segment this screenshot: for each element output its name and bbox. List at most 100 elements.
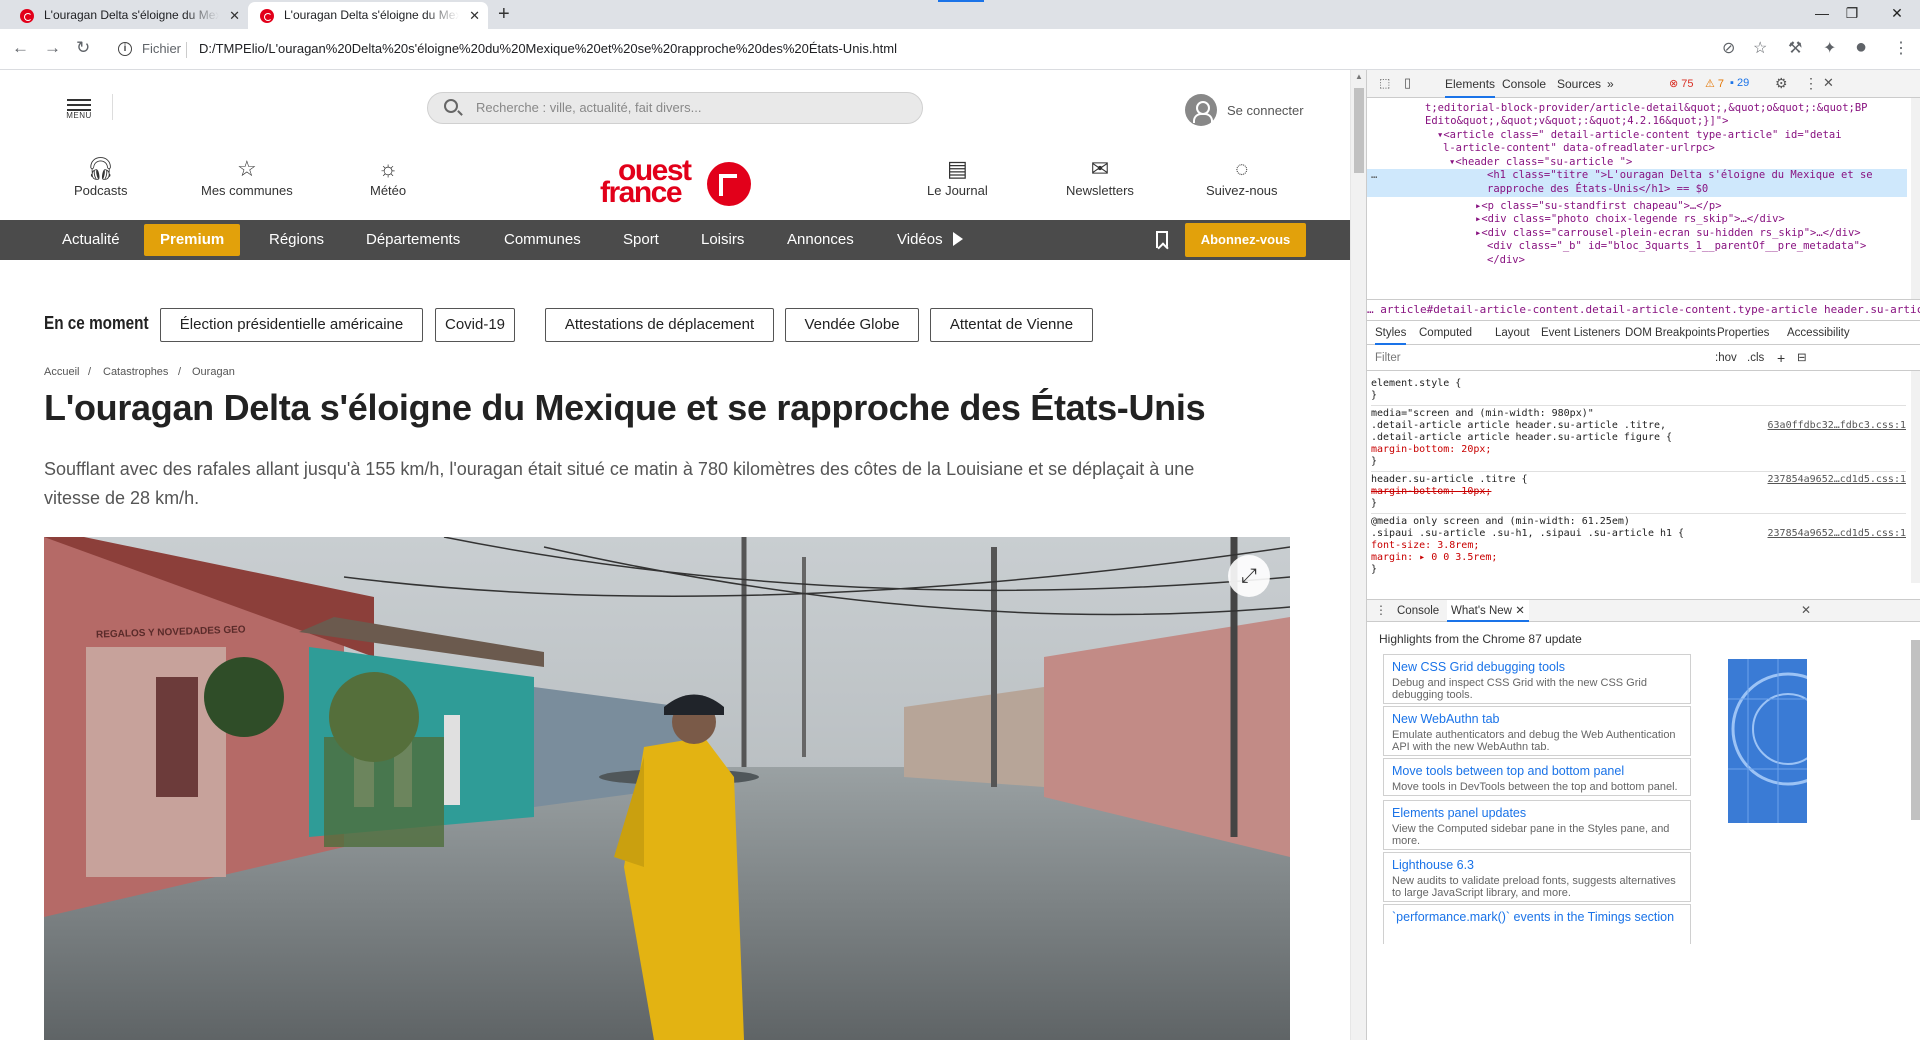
nav-actualite[interactable]: Actualité — [62, 220, 120, 260]
header-item-podcasts[interactable]: 🎧︎ Podcasts — [74, 155, 127, 198]
info-icon[interactable]: i — [118, 42, 132, 56]
drawer-tab-console[interactable]: Console — [1397, 600, 1439, 622]
close-tab-icon[interactable]: ✕ — [229, 2, 240, 29]
css-declaration[interactable]: margin: ▸ 0 0 3.5rem; — [1371, 552, 1906, 565]
scroll-up-icon[interactable]: ▲ — [1355, 72, 1363, 81]
whats-new-item[interactable]: New CSS Grid debugging tools Debug and i… — [1383, 654, 1691, 704]
close-drawer-icon[interactable]: ✕ — [1801, 603, 1811, 617]
bookmark-star-icon[interactable]: ☆ — [1753, 39, 1767, 59]
breadcrumb-home[interactable]: Accueil — [44, 366, 79, 378]
kebab-menu-icon[interactable]: ⋮ — [1893, 39, 1909, 59]
trending-chip[interactable]: Élection présidentielle américaine — [160, 308, 423, 342]
trending-chip[interactable]: Covid-19 — [435, 308, 515, 342]
dom-line[interactable]: ▸<div class="photo choix-legende rs_skip… — [1475, 213, 1920, 226]
nav-annonces[interactable]: Annonces — [787, 220, 854, 260]
css-source-link[interactable]: 237854a9652…cd1d5.css:1 — [1768, 474, 1906, 487]
forward-arrow-icon[interactable]: → — [44, 38, 61, 58]
trending-chip[interactable]: Attentat de Vienne — [930, 308, 1093, 342]
dom-line[interactable]: Edito&quot;,&quot;v&quot;:&quot;4.2.16&q… — [1425, 115, 1920, 128]
message-count[interactable]: ▪ 29 — [1730, 77, 1749, 89]
omnibox[interactable]: i Fichier D:/TMPElio/L'ouragan%20Delta%2… — [106, 34, 1730, 65]
whats-new-item[interactable]: Move tools between top and bottom panel … — [1383, 758, 1691, 796]
cls-toggle[interactable]: .cls — [1747, 345, 1764, 371]
error-count[interactable]: ⊗ 75 — [1669, 77, 1694, 90]
device-toolbar-icon[interactable]: ▯ — [1404, 75, 1411, 91]
browser-tab[interactable]: L'ouragan Delta s'éloigne du Mexique ✕ — [8, 2, 248, 29]
filter-input[interactable]: Filter — [1375, 345, 1401, 371]
devtools-menu-icon[interactable]: ⋮ — [1804, 75, 1818, 92]
dom-line[interactable]: <div class="_b" id="bloc_3quarts_1__pare… — [1487, 240, 1920, 253]
tab-properties[interactable]: Properties — [1717, 321, 1769, 345]
puzzle-icon[interactable]: ✦ — [1823, 39, 1836, 59]
reload-icon[interactable]: ↻ — [76, 38, 90, 58]
whats-new-item[interactable]: Elements panel updates View the Computed… — [1383, 800, 1691, 850]
profile-icon[interactable]: ● — [1855, 37, 1867, 57]
page-scrollbar[interactable]: ▲ — [1350, 70, 1366, 1040]
css-declaration-overridden[interactable]: margin-bottom: 10px; — [1371, 486, 1906, 499]
close-tab-icon[interactable]: ✕ — [469, 2, 480, 29]
hov-toggle[interactable]: :hov — [1715, 345, 1737, 371]
drawer-scrollbar[interactable] — [1911, 640, 1920, 820]
nav-regions[interactable]: Régions — [269, 220, 324, 260]
devtools-tab-console[interactable]: Console — [1502, 70, 1546, 98]
search-input[interactable] — [476, 100, 896, 115]
expand-icon[interactable]: ⤢ — [1228, 555, 1270, 597]
css-declaration[interactable]: font-size: 3.8rem; — [1371, 540, 1906, 553]
nav-videos[interactable]: Vidéos — [897, 220, 963, 260]
header-item-meteo[interactable]: ☼ Météo — [370, 155, 406, 198]
dom-line[interactable]: ▸<div class="carrousel-plein-ecran su-hi… — [1475, 227, 1920, 240]
blocked-cookies-icon[interactable]: ⊘ — [1722, 39, 1735, 59]
close-window-button[interactable]: ✕ — [1875, 0, 1919, 29]
css-source-link[interactable]: 237854a9652…cd1d5.css:1 — [1768, 528, 1906, 541]
back-arrow-icon[interactable]: ← — [12, 38, 29, 58]
tab-styles[interactable]: Styles — [1375, 321, 1407, 345]
header-item-suivez[interactable]: ◌ Suivez-nous — [1206, 155, 1278, 198]
close-devtools-icon[interactable]: ✕ — [1823, 75, 1834, 91]
warning-count[interactable]: ⚠ 7 — [1705, 77, 1724, 90]
nav-departements[interactable]: Départements — [366, 220, 460, 260]
nav-loisirs[interactable]: Loisirs — [701, 220, 744, 260]
url-text[interactable]: D:/TMPElio/L'ouragan%20Delta%20s'éloigne… — [199, 41, 897, 56]
new-tab-button[interactable]: + — [498, 3, 510, 26]
subscribe-button[interactable]: Abonnez-vous — [1185, 223, 1306, 257]
dom-line[interactable]: </div> — [1487, 254, 1920, 267]
styles-scrollbar[interactable] — [1911, 371, 1920, 583]
search-bar[interactable] — [427, 92, 923, 124]
whats-new-item[interactable]: Lighthouse 6.3 New audits to validate pr… — [1383, 852, 1691, 902]
dom-scrollbar[interactable] — [1911, 98, 1920, 299]
css-source-link[interactable]: 63a0ffdbc32…fdbc3.css:1 — [1768, 420, 1906, 433]
dom-line[interactable]: ▸<p class="su-standfirst chapeau">…</p> — [1475, 200, 1920, 213]
css-line[interactable]: .sipaui .su-article .su-h1, .sipaui .su-… — [1371, 528, 1906, 541]
maximize-button[interactable]: ❐ — [1830, 0, 1874, 29]
header-item-communes[interactable]: ☆ Mes communes — [201, 155, 293, 198]
bookmark-icon[interactable] — [1156, 231, 1168, 248]
dom-line[interactable]: ▾<header class="su-article "> — [1449, 156, 1920, 169]
whats-new-item[interactable]: New WebAuthn tab Emulate authenticators … — [1383, 706, 1691, 756]
dom-line[interactable]: ▾<article class=" detail-article-content… — [1437, 129, 1920, 142]
trending-chip[interactable]: Attestations de déplacement — [545, 308, 774, 342]
toggle-sidebar-icon[interactable]: ⊟ — [1797, 345, 1807, 371]
tab-accessibility[interactable]: Accessibility — [1787, 321, 1850, 345]
tab-dom-breakpoints[interactable]: DOM Breakpoints — [1625, 321, 1716, 345]
css-line[interactable]: .detail-article article header.su-articl… — [1371, 420, 1906, 433]
drawer-menu-icon[interactable]: ⋮ — [1375, 603, 1387, 617]
scrollbar-thumb[interactable] — [1354, 88, 1364, 173]
devtools-tab-sources[interactable]: Sources — [1557, 70, 1601, 98]
nav-premium[interactable]: Premium — [144, 224, 241, 256]
close-tab-icon[interactable]: ✕ — [1515, 605, 1525, 617]
tab-event-listeners[interactable]: Event Listeners — [1541, 321, 1620, 345]
dom-line[interactable]: t;editorial-block-provider/article-detai… — [1425, 102, 1920, 115]
extension-icon[interactable]: ⚒ — [1788, 39, 1802, 59]
whats-new-item[interactable]: `performance.mark()` events in the Timin… — [1383, 904, 1691, 944]
trending-chip[interactable]: Vendée Globe — [785, 308, 919, 342]
more-tabs-icon[interactable]: » — [1607, 70, 1614, 98]
tab-layout[interactable]: Layout — [1495, 321, 1530, 345]
css-line[interactable]: element.style { — [1371, 378, 1906, 391]
header-item-newsletters[interactable]: ✉ Newsletters — [1066, 155, 1134, 198]
drawer-tab-whats-new[interactable]: What's New ✕ — [1447, 600, 1529, 622]
settings-gear-icon[interactable]: ⚙ — [1775, 75, 1788, 92]
breadcrumb-ouragan[interactable]: Ouragan — [192, 366, 235, 378]
nav-communes[interactable]: Communes — [504, 220, 581, 260]
menu-button[interactable]: MENU — [64, 99, 94, 120]
tab-computed[interactable]: Computed — [1419, 321, 1472, 345]
